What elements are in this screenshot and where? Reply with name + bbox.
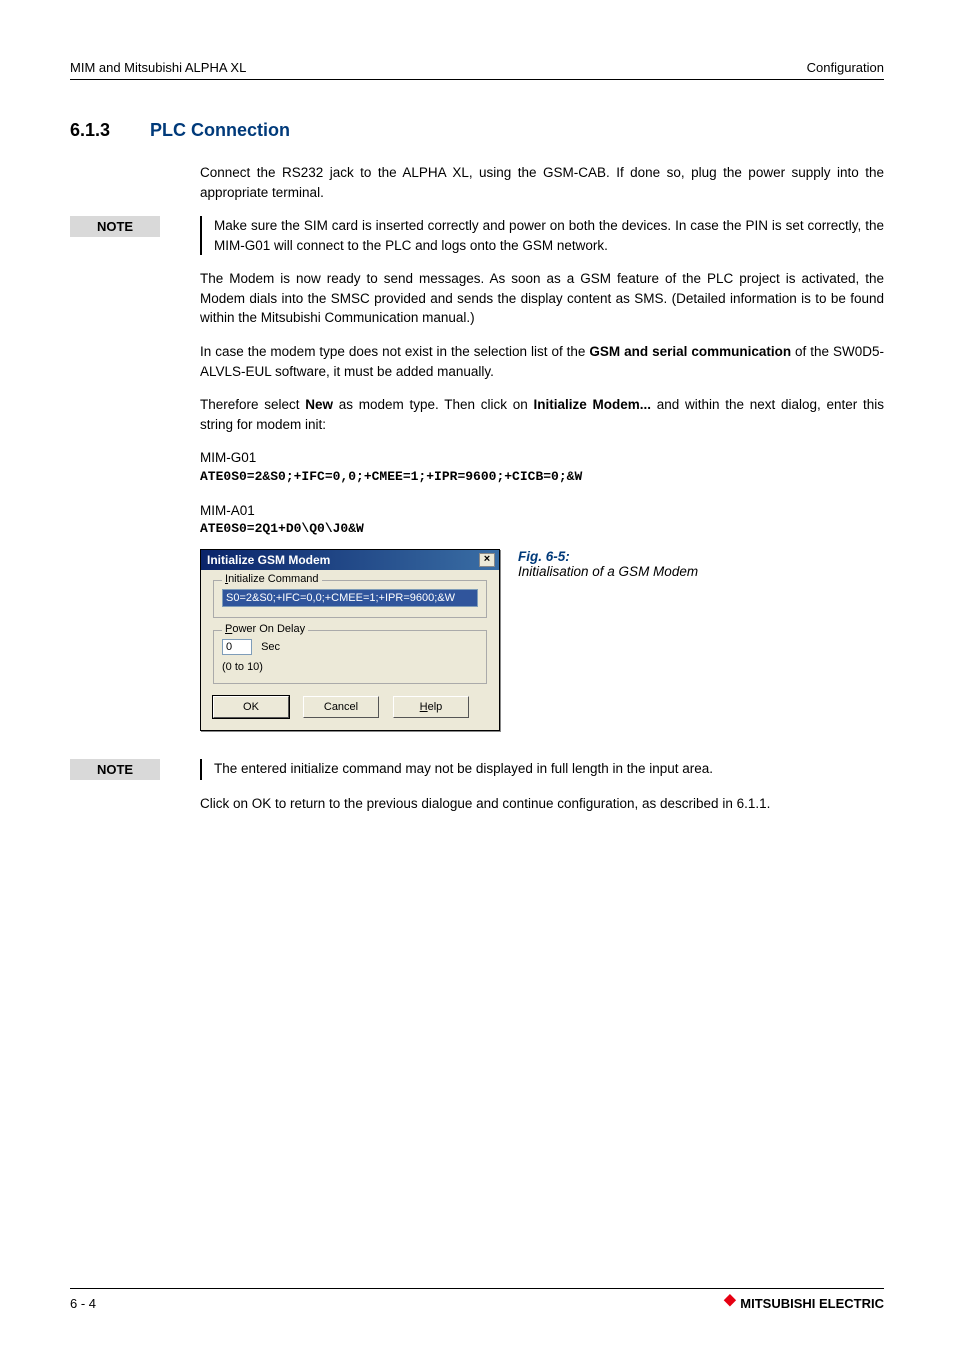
label: MIM-A01: [200, 501, 884, 521]
note-text: The entered initialize command may not b…: [214, 759, 884, 779]
mnemonic: I: [225, 573, 228, 585]
range-label: (0 to 10): [222, 661, 478, 673]
text-bold: Initialize Modem...: [534, 397, 652, 412]
header-left: MIM and Mitsubishi ALPHA XL: [70, 60, 246, 75]
text-bold: GSM and serial communication: [589, 344, 791, 359]
paragraph: The Modem is now ready to send messages.…: [200, 269, 884, 328]
cancel-button[interactable]: Cancel: [303, 696, 379, 718]
text-run: ower On Delay: [232, 623, 305, 635]
note-bar-icon: [200, 216, 202, 255]
note-badge: NOTE: [70, 216, 160, 237]
text-run: as modem type. Then click on: [333, 397, 533, 412]
paragraph: In case the modem type does not exist in…: [200, 342, 884, 381]
initialize-command-group: Initialize Command: [213, 580, 487, 618]
group-legend: Power On Delay: [222, 623, 308, 635]
brand-logo: ⯁ MITSUBISHI ELECTRIC: [723, 1295, 884, 1311]
code-line: ATE0S0=2Q1+D0\Q0\J0&W: [200, 520, 884, 539]
paragraph: Connect the RS232 jack to the ALPHA XL, …: [200, 163, 884, 202]
section-number: 6.1.3: [70, 120, 110, 141]
text-run: In case the modem type does not exist in…: [200, 344, 589, 359]
text-bold: New: [305, 397, 333, 412]
brand-text: MITSUBISHI ELECTRIC: [740, 1296, 884, 1311]
section-title: PLC Connection: [150, 120, 290, 141]
initialize-command-input[interactable]: [222, 589, 478, 607]
label: MIM-G01: [200, 448, 884, 468]
paragraph: Therefore select New as modem type. Then…: [200, 395, 884, 434]
paragraph: Click on OK to return to the previous di…: [200, 794, 884, 814]
dialog-titlebar[interactable]: Initialize GSM Modem ×: [201, 550, 499, 570]
dialog-title: Initialize GSM Modem: [207, 553, 330, 567]
note-bar-icon: [200, 759, 202, 780]
delay-input[interactable]: 0: [222, 639, 252, 655]
mnemonic: H: [420, 701, 428, 713]
mitsubishi-icon: ⯁: [723, 1295, 736, 1311]
note-block: NOTE The entered initialize command may …: [70, 759, 884, 780]
help-button[interactable]: Help: [393, 696, 469, 718]
initialize-modem-dialog: Initialize GSM Modem × Initialize Comman…: [200, 549, 500, 731]
sec-label: Sec: [261, 641, 280, 653]
caption-sub: Initialisation of a GSM Modem: [518, 564, 698, 579]
text-run: Therefore select: [200, 397, 305, 412]
power-on-delay-group: Power On Delay 0 Sec (0 to 10): [213, 630, 487, 684]
ok-button[interactable]: OK: [213, 696, 289, 718]
page-header: MIM and Mitsubishi ALPHA XL Configuratio…: [70, 60, 884, 80]
section-heading: 6.1.3 PLC Connection: [70, 120, 884, 141]
group-legend: Initialize Command: [222, 573, 322, 585]
close-icon[interactable]: ×: [479, 553, 495, 567]
caption-title: Fig. 6-5:: [518, 549, 698, 564]
note-block: NOTE Make sure the SIM card is inserted …: [70, 216, 884, 255]
text-run: elp: [428, 701, 443, 713]
note-text: Make sure the SIM card is inserted corre…: [214, 216, 884, 255]
header-right: Configuration: [807, 60, 884, 75]
page-footer: 6 - 4 ⯁ MITSUBISHI ELECTRIC: [70, 1288, 884, 1311]
code-line: ATE0S0=2&S0;+IFC=0,0;+CMEE=1;+IPR=9600;+…: [200, 468, 884, 487]
note-badge: NOTE: [70, 759, 160, 780]
figure-caption: Fig. 6-5: Initialisation of a GSM Modem: [518, 549, 698, 731]
page-number: 6 - 4: [70, 1296, 96, 1311]
